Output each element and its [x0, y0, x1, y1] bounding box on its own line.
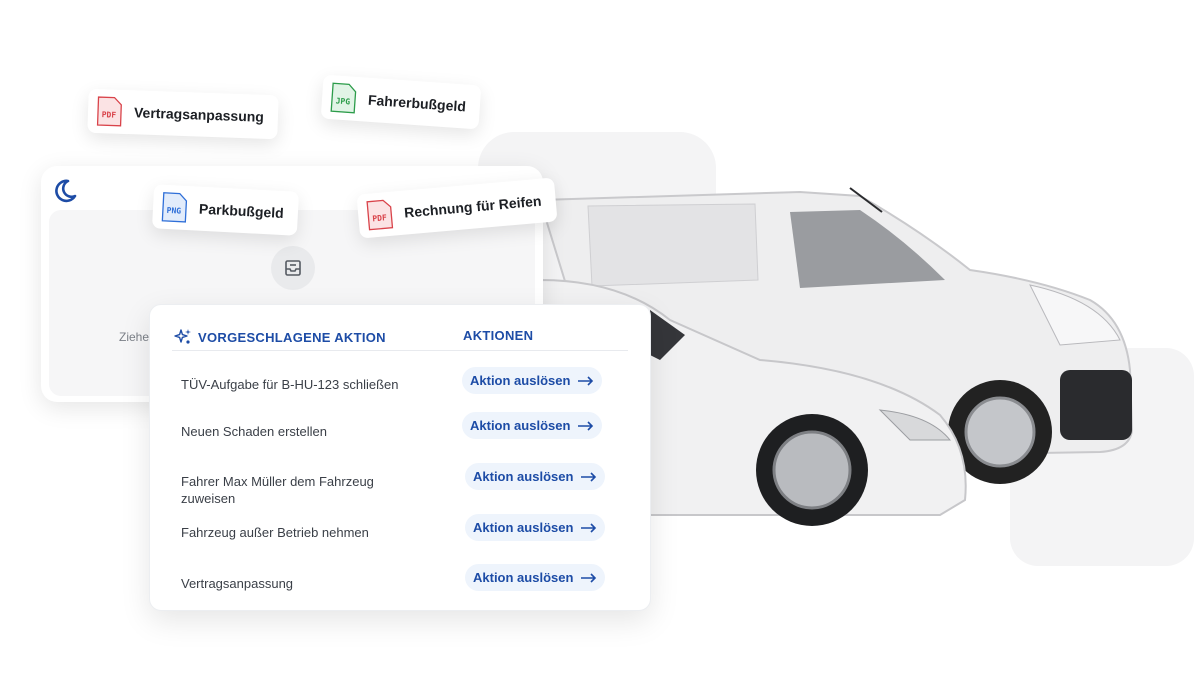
file-name: Parkbußgeld	[198, 200, 285, 222]
trigger-action-button[interactable]: Aktion auslösen	[465, 514, 606, 541]
pdf-file-icon: PDF	[366, 199, 394, 231]
sparkle-icon	[174, 329, 191, 344]
svg-text:PNG: PNG	[166, 206, 181, 216]
column-header-suggested: VORGESCHLAGENE AKTION	[174, 328, 386, 346]
arrow-right-icon	[581, 522, 597, 533]
trigger-action-button[interactable]: Aktion auslösen	[462, 367, 603, 394]
suggested-actions-card: VORGESCHLAGENE AKTION AKTIONEN TÜV-Aufga…	[149, 304, 651, 611]
column-header-actions: AKTIONEN	[463, 328, 534, 343]
png-file-icon: PNG	[161, 192, 188, 223]
action-label: Fahrer Max Müller dem Fahrzeug zuweisen	[181, 474, 374, 506]
arrow-right-icon	[578, 420, 594, 431]
arrow-right-icon	[578, 375, 594, 386]
arrow-right-icon	[581, 471, 597, 482]
jpg-file-icon: JPG	[330, 82, 357, 114]
file-name: Rechnung für Reifen	[403, 192, 543, 221]
pdf-file-icon: PDF	[96, 96, 122, 127]
action-label: Vertragsanpassung	[181, 576, 294, 591]
trigger-action-button[interactable]: Aktion auslösen	[462, 412, 603, 439]
action-label: Neuen Schaden erstellen	[181, 424, 327, 439]
action-label: Fahrzeug außer Betrieb nehmen	[181, 525, 369, 540]
svg-text:PDF: PDF	[102, 110, 117, 120]
svg-text:JPG: JPG	[335, 96, 350, 106]
table-header: VORGESCHLAGENE AKTION AKTIONEN	[172, 325, 628, 351]
svg-text:PDF: PDF	[372, 213, 387, 223]
trigger-action-button[interactable]: Aktion auslösen	[465, 564, 606, 591]
file-chip-fahrerbussgeld[interactable]: JPG Fahrerbußgeld	[320, 74, 482, 130]
file-name: Fahrerbußgeld	[367, 91, 467, 115]
inbox-tray-icon	[271, 246, 315, 290]
moon-logo-icon	[55, 179, 77, 203]
action-label: TÜV-Aufgabe für B-HU-123 schließen	[181, 377, 399, 392]
file-chip-parkbussgeld[interactable]: PNG Parkbußgeld	[151, 184, 299, 236]
upload-hint: Ziehe	[119, 330, 150, 344]
arrow-right-icon	[581, 572, 597, 583]
trigger-action-button[interactable]: Aktion auslösen	[465, 463, 606, 490]
file-name: Vertragsanpassung	[133, 104, 265, 125]
file-chip-vertragsanpassung[interactable]: PDF Vertragsanpassung	[87, 88, 279, 140]
